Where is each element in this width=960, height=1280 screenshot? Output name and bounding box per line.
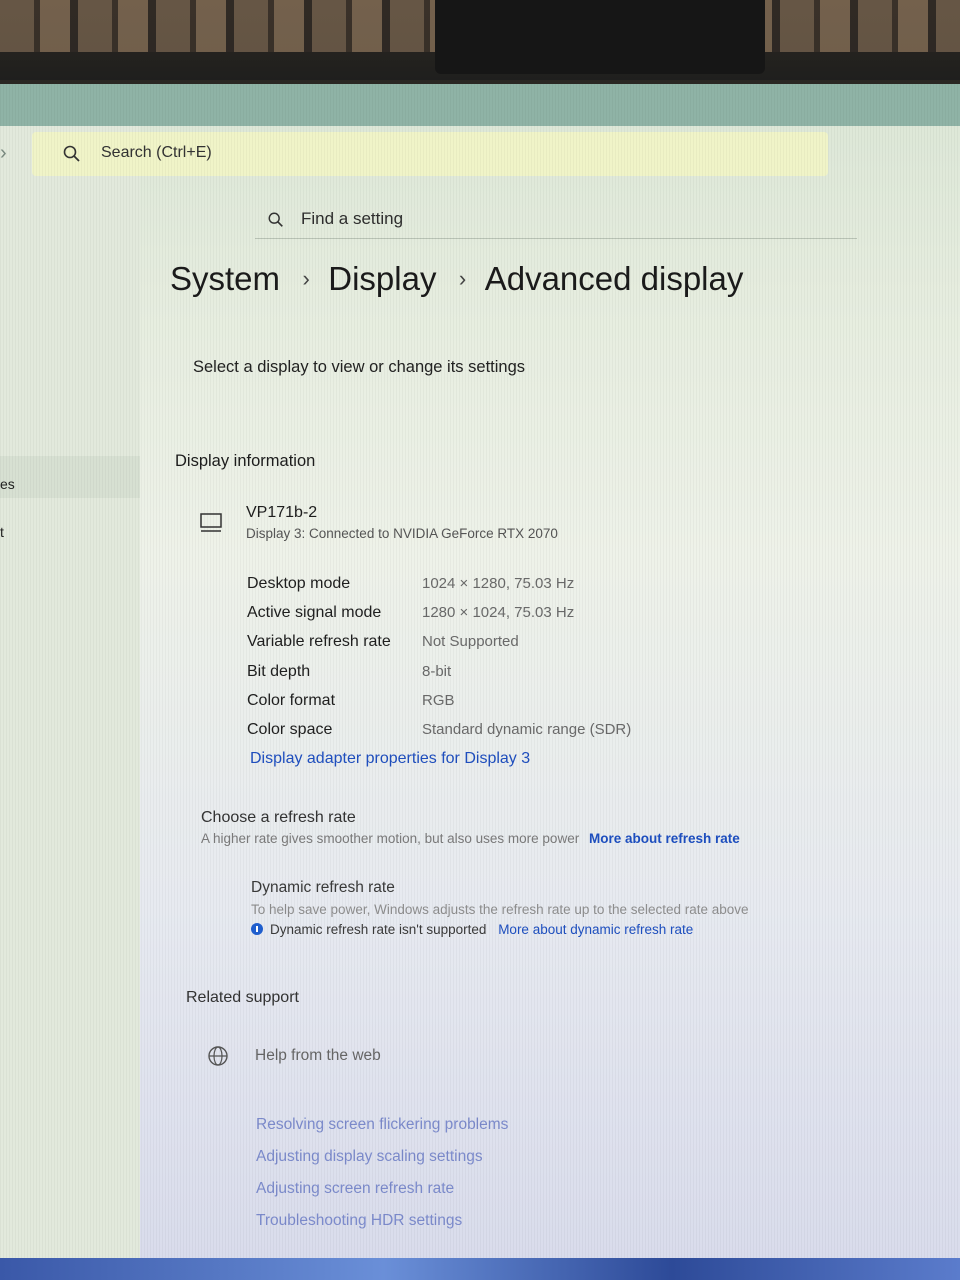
- chevron-right-icon: ›: [302, 266, 310, 291]
- search-icon: [268, 212, 283, 227]
- support-link[interactable]: Adjusting display scaling settings: [256, 1148, 508, 1180]
- dynamic-refresh-description: To help save power, Windows adjusts the …: [251, 902, 749, 917]
- info-label: Bit depth: [247, 662, 311, 680]
- globe-icon: [208, 1046, 228, 1066]
- info-value: 1280 × 1024, 75.03 Hz: [422, 604, 575, 622]
- info-value: 8-bit: [422, 662, 452, 680]
- find-setting-placeholder: Find a setting: [301, 209, 404, 228]
- info-value: RGB: [422, 691, 455, 709]
- info-row: Color space Standard dynamic range (SDR): [247, 721, 667, 750]
- info-row: Variable refresh rate Not Supported: [247, 633, 667, 662]
- display-name: VP171b-2: [246, 504, 318, 521]
- back-chevron-icon[interactable]: ›: [0, 142, 7, 165]
- display-select-prompt: Select a display to view or change its s…: [193, 358, 526, 376]
- navigation-pane: [0, 126, 140, 1260]
- taskbar: [0, 1258, 960, 1280]
- support-link[interactable]: Troubleshooting HDR settings: [256, 1212, 508, 1244]
- monitor-bezel: [0, 0, 960, 80]
- info-label: Color format: [247, 691, 336, 709]
- search-box[interactable]: Search (Ctrl+E): [32, 132, 828, 176]
- info-label: Color space: [247, 720, 333, 738]
- settings-window: › es t Search (Ctrl+E) Find a setting Sy…: [0, 84, 960, 1260]
- support-link[interactable]: Resolving screen flickering problems: [256, 1116, 508, 1148]
- display-information-heading: Display information: [175, 452, 316, 470]
- related-support-heading: Related support: [186, 989, 299, 1006]
- refresh-rate-help-text: A higher rate gives smoother motion, but…: [201, 831, 580, 846]
- info-row: Bit depth 8-bit: [247, 663, 667, 692]
- nav-item-label-partial[interactable]: t: [0, 524, 4, 540]
- info-label: Variable refresh rate: [247, 633, 391, 651]
- support-links-list: Resolving screen flickering problems Adj…: [256, 1116, 508, 1244]
- adapter-properties-link[interactable]: Display adapter properties for Display 3: [250, 750, 530, 768]
- monitor-icon: [200, 513, 222, 532]
- info-row: Active signal mode 1280 × 1024, 75.03 Hz: [247, 604, 667, 633]
- more-about-refresh-rate-link[interactable]: More about refresh rate: [589, 831, 740, 846]
- dynamic-refresh-note: Dynamic refresh rate isn't supported Mor…: [251, 922, 693, 937]
- breadcrumb-display[interactable]: Display: [328, 260, 436, 297]
- display-info-table: Desktop mode 1024 × 1280, 75.03 Hz Activ…: [247, 575, 667, 750]
- info-value: Not Supported: [422, 633, 519, 651]
- selected-nav-item[interactable]: [0, 456, 140, 498]
- nav-item-label-partial[interactable]: es: [0, 476, 15, 492]
- info-row: Desktop mode 1024 × 1280, 75.03 Hz: [247, 575, 667, 604]
- info-row: Color format RGB: [247, 692, 667, 721]
- page-title: Advanced display: [484, 260, 744, 297]
- dynamic-refresh-unsupported: Dynamic refresh rate isn't supported: [270, 922, 487, 937]
- info-label: Active signal mode: [247, 604, 382, 622]
- help-from-web-item[interactable]: Help from the web: [255, 1047, 381, 1065]
- chevron-right-icon: ›: [458, 266, 467, 291]
- search-placeholder: Search (Ctrl+E): [101, 144, 212, 161]
- breadcrumb-system[interactable]: System: [170, 260, 280, 297]
- refresh-rate-title: Choose a refresh rate: [201, 809, 356, 826]
- support-link[interactable]: Adjusting screen refresh rate: [256, 1180, 508, 1212]
- info-value: Standard dynamic range (SDR): [422, 720, 632, 738]
- info-label: Desktop mode: [247, 575, 351, 592]
- title-bar: [0, 84, 960, 126]
- info-value: 1024 × 1280, 75.03 Hz: [422, 575, 575, 592]
- find-setting-input[interactable]: Find a setting: [255, 202, 857, 239]
- info-icon: [251, 923, 263, 935]
- search-icon: [63, 145, 80, 162]
- dynamic-refresh-title: Dynamic refresh rate: [251, 879, 395, 896]
- refresh-rate-description: A higher rate gives smoother motion, but…: [201, 831, 740, 846]
- webcam-housing: [435, 0, 765, 74]
- more-about-dynamic-refresh-link[interactable]: More about dynamic refresh rate: [498, 922, 693, 937]
- display-connection: Display 3: Connected to NVIDIA GeForce R…: [246, 526, 558, 541]
- breadcrumb: System › Display › Advanced display: [170, 260, 743, 306]
